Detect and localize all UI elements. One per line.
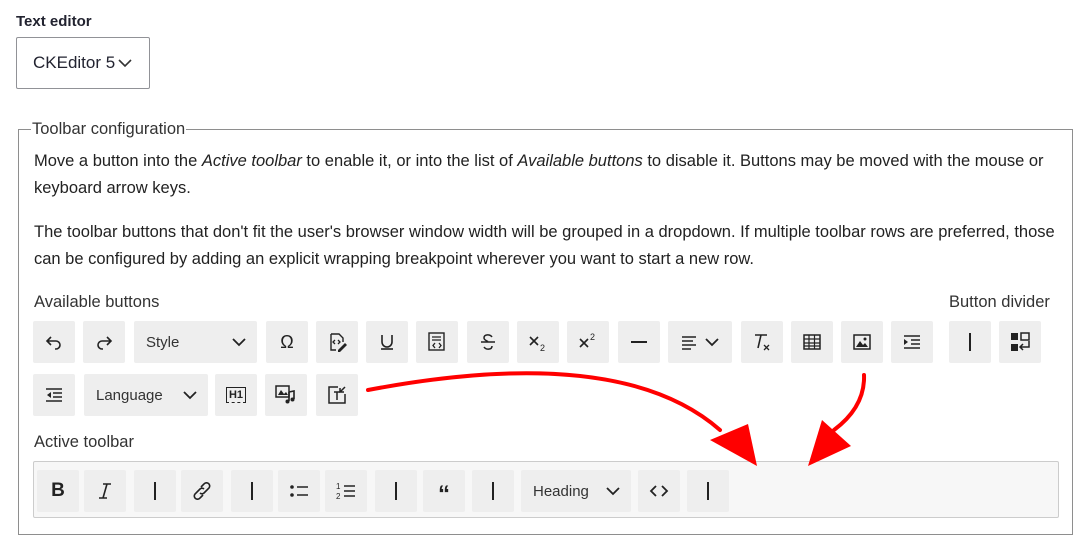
underline-button[interactable]	[366, 321, 408, 363]
active-divider-4[interactable]	[472, 470, 514, 512]
language-dropdown[interactable]: Language	[84, 374, 208, 416]
redo-button[interactable]	[83, 321, 125, 363]
divider-icon	[969, 333, 971, 351]
subscript-icon: 2	[529, 336, 545, 353]
heading-dropdown-label: Heading	[533, 482, 589, 500]
horizontal-line-icon	[631, 341, 647, 343]
horizontal-line-button[interactable]	[618, 321, 660, 363]
divider-icon	[492, 482, 494, 500]
available-buttons-label: Available buttons	[34, 293, 160, 311]
chevron-down-icon	[606, 487, 620, 496]
outdent-button[interactable]	[33, 374, 75, 416]
subscript-button[interactable]: 2	[517, 321, 559, 363]
source-edit-icon	[330, 333, 347, 352]
indent-button[interactable]	[891, 321, 933, 363]
remove-format-icon	[755, 334, 770, 351]
image-button[interactable]	[841, 321, 883, 363]
quote-icon: “	[438, 481, 450, 508]
code-button[interactable]	[638, 470, 680, 512]
wrap-icon	[1011, 332, 1030, 351]
source-editing-button[interactable]	[316, 321, 358, 363]
insert-special-button[interactable]	[316, 374, 358, 416]
divider-icon	[395, 482, 397, 500]
wrapping-help-text: The toolbar buttons that don't fit the u…	[34, 223, 1055, 268]
html-embed-icon	[428, 332, 445, 351]
italic-icon	[99, 483, 111, 499]
instructions-text: Move a button into the Active toolbar to…	[34, 152, 1044, 197]
media-embed-button[interactable]	[265, 374, 307, 416]
link-icon	[193, 482, 211, 500]
numbered-list-icon: 12	[336, 482, 355, 501]
media-embed-icon	[275, 385, 295, 404]
active-toolbar-label: Active toolbar	[34, 433, 134, 451]
wrap-button[interactable]	[999, 321, 1041, 363]
chevron-down-icon	[117, 55, 133, 71]
heading-dropdown[interactable]: Heading	[521, 470, 631, 512]
undo-button[interactable]	[33, 321, 75, 363]
divider-button[interactable]	[949, 321, 991, 363]
bold-icon: B	[51, 480, 65, 501]
indent-icon	[904, 335, 920, 349]
link-button[interactable]	[181, 470, 223, 512]
heading-h1-icon: H1	[225, 387, 247, 403]
active-divider-5[interactable]	[687, 470, 729, 512]
chevron-down-icon	[705, 338, 719, 347]
superscript-icon: 2	[579, 332, 595, 348]
align-icon	[682, 336, 696, 350]
svg-text:2: 2	[336, 492, 341, 501]
image-icon	[853, 334, 871, 350]
table-icon	[803, 334, 821, 350]
text-editor-label: Text editor	[16, 13, 92, 30]
strikethrough-icon	[481, 334, 495, 350]
underline-icon	[381, 335, 393, 350]
strikethrough-button[interactable]	[467, 321, 509, 363]
svg-text:2: 2	[590, 332, 595, 342]
redo-icon	[97, 336, 113, 350]
svg-text:1: 1	[336, 482, 341, 491]
undo-icon	[45, 336, 61, 350]
chevron-down-icon	[183, 391, 197, 400]
divider-icon	[251, 482, 253, 500]
bulleted-list-icon	[290, 485, 308, 497]
html-embed-button[interactable]	[416, 321, 458, 363]
divider-icon	[707, 482, 709, 500]
chevron-down-icon	[232, 338, 246, 347]
bold-button[interactable]: B	[37, 470, 79, 512]
heading-h1-button[interactable]: H1	[215, 374, 257, 416]
bulleted-list-button[interactable]	[278, 470, 320, 512]
numbered-list-button[interactable]: 12	[325, 470, 367, 512]
svg-text:2: 2	[540, 343, 545, 353]
omega-icon: Ω	[280, 331, 294, 352]
code-icon	[649, 485, 669, 497]
alignment-dropdown[interactable]	[668, 321, 732, 363]
style-dropdown-label: Style	[146, 333, 180, 351]
special-characters-button[interactable]: Ω	[266, 321, 308, 363]
text-editor-select-value: CKEditor 5	[33, 53, 116, 72]
blockquote-button[interactable]: “	[423, 470, 465, 512]
button-divider-label: Button divider	[949, 293, 1050, 311]
style-dropdown[interactable]: Style	[134, 321, 257, 363]
language-dropdown-label: Language	[96, 386, 163, 404]
active-divider-3[interactable]	[375, 470, 417, 512]
text-editor-select[interactable]: CKEditor 5	[16, 37, 150, 89]
active-divider-2[interactable]	[231, 470, 273, 512]
table-button[interactable]	[791, 321, 833, 363]
divider-icon	[154, 482, 156, 500]
remove-format-button[interactable]	[741, 321, 783, 363]
superscript-button[interactable]: 2	[567, 321, 609, 363]
toolbar-configuration-legend: Toolbar configuration	[32, 120, 186, 138]
italic-button[interactable]	[84, 470, 126, 512]
special-insert-icon	[328, 386, 346, 404]
outdent-icon	[46, 388, 62, 402]
active-divider-1[interactable]	[134, 470, 176, 512]
